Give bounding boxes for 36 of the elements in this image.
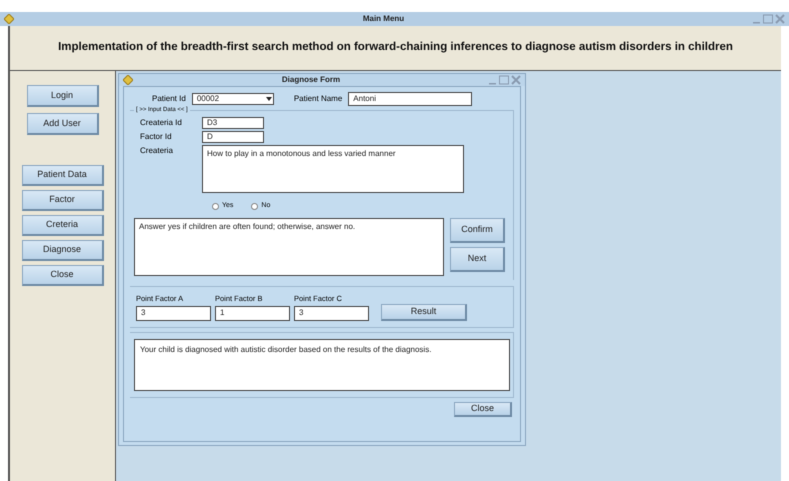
action-button[interactable]: Next	[450, 246, 505, 272]
app-heading: Implementation of the breadth-first search method on forward-chaining inferences to diagnose autism disorders in children	[58, 40, 733, 56]
point-field[interactable]: 3	[294, 306, 369, 321]
close-button[interactable]: Close	[454, 402, 512, 417]
patient-name-field[interactable]: Antoni	[348, 92, 472, 106]
field-label: Factor Id	[140, 131, 173, 143]
close-icon[interactable]	[510, 75, 521, 85]
createria-textarea[interactable]: How to play in a monotonous and less varied manner	[202, 145, 464, 193]
field-label: Createria	[140, 145, 174, 157]
text-field[interactable]: D	[202, 131, 264, 143]
patient-name-label: Patient Name	[294, 93, 342, 105]
app-logo-icon	[123, 75, 133, 85]
maximize-icon[interactable]	[763, 14, 773, 24]
patient-id-label: Patient Id	[152, 93, 186, 105]
app-logo-icon	[4, 14, 14, 24]
dropdown-arrow-icon	[264, 95, 273, 103]
text-field[interactable]: D3	[202, 117, 264, 129]
sidebar-button[interactable]: Login	[26, 85, 98, 107]
sidebar-button[interactable]: Add User	[26, 113, 98, 135]
maximize-icon[interactable]	[498, 75, 509, 85]
point-field[interactable]: 1	[215, 306, 290, 321]
result-button[interactable]: Result	[381, 304, 467, 321]
window-title: Main Menu	[362, 13, 404, 25]
close-icon[interactable]	[775, 14, 785, 24]
field-label: Createria Id	[140, 117, 183, 129]
sidebar-button[interactable]: Factor	[22, 190, 104, 211]
instruction-textarea[interactable]: Answer yes if children are often found; otherwise, answer no.	[134, 218, 444, 276]
action-button[interactable]: Confirm	[450, 218, 505, 242]
result-textarea[interactable]: Your child is diagnosed with autistic disorder based on the results of the diagnosis.	[134, 338, 510, 391]
sidebar-button[interactable]: Close	[22, 265, 104, 286]
form-title: Diagnose Form	[282, 74, 340, 86]
sidebar-button[interactable]: Patient Data	[22, 165, 104, 186]
sidebar-button[interactable]: Creteria	[22, 215, 104, 236]
patient-id-dropdown[interactable]: 00002	[192, 93, 274, 105]
point-field[interactable]: 3	[136, 306, 211, 321]
sidebar-button[interactable]: Diagnose	[22, 240, 104, 261]
